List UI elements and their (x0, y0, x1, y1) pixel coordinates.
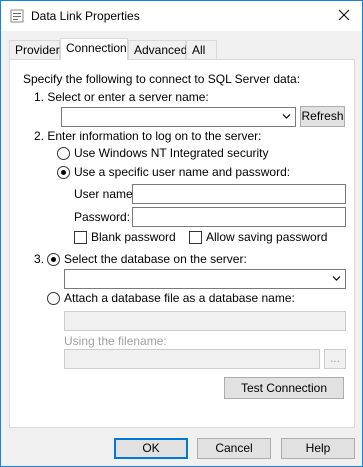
tab-all[interactable]: All (186, 40, 217, 59)
tab-provider[interactable]: Provider (9, 40, 60, 59)
tab-advanced[interactable]: Advanced (128, 40, 187, 59)
attach-database-file-radio[interactable] (47, 292, 60, 305)
blank-password-label[interactable]: Blank password (91, 230, 176, 244)
refresh-button[interactable]: Refresh (300, 106, 345, 127)
user-name-input[interactable] (132, 184, 346, 204)
close-icon[interactable] (336, 7, 352, 23)
cancel-button[interactable]: Cancel (197, 438, 271, 459)
database-combobox[interactable] (64, 269, 346, 289)
user-name-label: User name: (74, 187, 137, 201)
windows-nt-security-label[interactable]: Use Windows NT Integrated security (74, 146, 269, 160)
password-input[interactable] (132, 207, 346, 227)
filename-input[interactable] (64, 349, 320, 369)
attach-database-file-label[interactable]: Attach a database file as a database nam… (64, 291, 295, 305)
tab-strip: Provider Connection Advanced All (9, 38, 355, 60)
tab-connection[interactable]: Connection (60, 38, 128, 60)
allow-saving-password-label[interactable]: Allow saving password (206, 230, 327, 244)
allow-saving-password-checkbox[interactable] (189, 231, 202, 244)
using-filename-label: Using the filename: (64, 334, 167, 348)
specific-user-label[interactable]: Use a specific user name and password: (74, 165, 290, 179)
step1-label: 1. Select or enter a server name: (34, 90, 209, 104)
connection-panel: Specify the following to connect to SQL … (9, 59, 355, 428)
step3-number: 3. (34, 252, 45, 266)
data-link-app-icon (10, 9, 24, 23)
specific-user-radio[interactable] (57, 166, 70, 179)
select-database-label[interactable]: Select the database on the server: (64, 252, 247, 266)
intro-text: Specify the following to connect to SQL … (23, 72, 301, 86)
chevron-down-icon (332, 276, 341, 281)
chevron-down-icon (282, 114, 291, 119)
blank-password-checkbox[interactable] (74, 231, 87, 244)
password-label: Password: (74, 210, 131, 224)
ok-button[interactable]: OK (114, 438, 188, 459)
window-title: Data Link Properties (31, 9, 140, 23)
server-name-combobox[interactable] (61, 107, 296, 127)
test-connection-button[interactable]: Test Connection (224, 377, 344, 399)
dialog-window: Data Link Properties Provider Connection… (0, 0, 363, 467)
select-database-radio[interactable] (47, 253, 60, 266)
browse-button[interactable]: ... (324, 349, 346, 369)
attach-database-name-input[interactable] (64, 311, 346, 331)
title-bar[interactable]: Data Link Properties (1, 1, 362, 31)
help-button[interactable]: Help (281, 438, 355, 459)
windows-nt-security-radio[interactable] (57, 147, 70, 160)
step2-label: 2. Enter information to log on to the se… (34, 129, 262, 143)
